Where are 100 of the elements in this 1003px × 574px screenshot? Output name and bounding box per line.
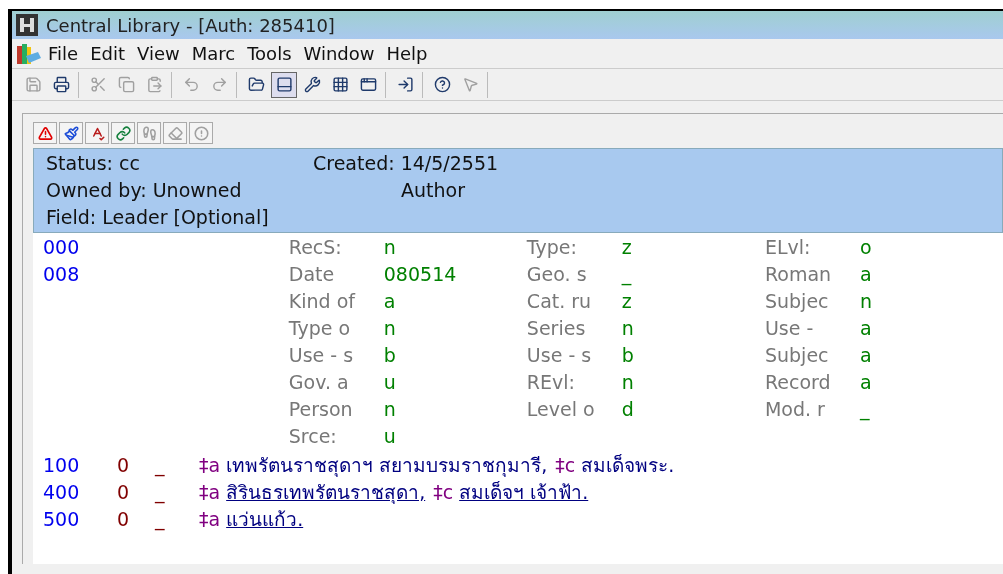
fixed-field-value[interactable]: z — [621, 234, 632, 261]
status-text: Status: cc — [46, 151, 141, 176]
fixed-field-value[interactable]: n — [383, 396, 396, 423]
indicator: 0 — [117, 453, 131, 478]
fixed-field-value[interactable]: d — [621, 396, 634, 423]
fixed-field-label: Record — [764, 370, 832, 395]
indicator: 0 — [117, 480, 131, 505]
field-tag: 008 — [43, 261, 80, 288]
created-text: Created: 14/5/2551 — [313, 151, 499, 176]
menu-item[interactable]: Edit — [84, 40, 131, 67]
window-title: Central Library - [Auth: 285410] — [46, 13, 335, 38]
fixed-field-label: Type: — [526, 235, 578, 260]
fixed-field-value[interactable]: b — [621, 342, 634, 369]
fixed-field-label: Srce: — [288, 424, 338, 449]
fixed-field-label: RecS: — [288, 235, 343, 260]
fixed-field-label: Kind of — [288, 289, 357, 314]
subfield-code: ‡c — [433, 480, 454, 505]
fixed-field-label: Series — [526, 316, 587, 341]
menu-item[interactable]: Help — [380, 40, 434, 67]
record-toolbar-button[interactable] — [59, 122, 83, 144]
menu-item[interactable]: Tools — [241, 40, 298, 67]
fixed-field-label: Cat. ru — [526, 289, 593, 314]
fixed-field-label: Subjec — [764, 343, 830, 368]
fixed-field-value[interactable]: n — [621, 315, 634, 342]
link-icon — [115, 125, 131, 141]
save-icon — [24, 76, 42, 93]
fixed-field-label: Use - — [764, 316, 815, 341]
alert-icon — [193, 125, 209, 141]
app-logo-icon — [16, 14, 38, 36]
subfield-text: เทพรัตนราชสุดาฯ สยามบรมราชกุมารี, — [226, 453, 548, 479]
fixed-field-label: Roman — [764, 262, 833, 287]
subfield-code: ‡a — [199, 453, 221, 478]
foot-icon — [141, 125, 157, 141]
fixed-field-label: Person — [288, 397, 354, 422]
fixed-field-value[interactable]: n — [383, 315, 396, 342]
menu-item[interactable]: File — [42, 40, 85, 67]
panel-icon — [275, 76, 293, 93]
indicator: 0 — [117, 507, 131, 532]
fixed-field-value[interactable]: a — [383, 288, 396, 315]
indicator: _ — [155, 507, 166, 533]
fixed-field-label: Date — [288, 262, 336, 287]
wrench-icon — [303, 76, 321, 93]
subfield-text: สมเด็จพระ. — [581, 453, 675, 478]
scissors-icon — [89, 76, 107, 93]
subfield-code: ‡c — [555, 453, 576, 478]
field-tag: 400 — [43, 479, 117, 506]
menu-item[interactable]: Window — [297, 40, 381, 67]
fixed-field-value[interactable]: b — [383, 342, 396, 369]
undo-icon — [182, 76, 200, 93]
fixed-field-value[interactable]: o — [859, 234, 872, 261]
copy-icon — [117, 76, 135, 93]
record-toolbar-button[interactable] — [111, 122, 135, 144]
owner-text: Owned by: Unowned — [46, 178, 243, 203]
fixed-field-value[interactable]: a — [859, 342, 872, 369]
paste-icon — [145, 76, 163, 93]
fixed-field-label: REvl: — [526, 370, 576, 395]
field-tag: 000 — [43, 234, 80, 261]
linked-subfield-text[interactable]: สิรินธรเทพรัตนราชสุดา, — [226, 479, 426, 506]
brush-icon — [63, 125, 79, 141]
import-icon — [396, 76, 414, 93]
fixed-field-label: Type o — [288, 316, 352, 341]
toolbar-button[interactable] — [271, 71, 297, 98]
fixed-field-value[interactable]: a — [859, 315, 872, 342]
fixed-field-value[interactable]: a — [859, 261, 872, 288]
fixed-field-value[interactable]: n — [859, 288, 872, 315]
fixed-field-value[interactable]: n — [383, 234, 396, 261]
fixed-field-value[interactable]: 080514 — [383, 261, 457, 288]
indicator: _ — [155, 453, 166, 479]
fixed-field-label: ELvl: — [764, 235, 812, 260]
fixed-field-value[interactable]: n — [621, 369, 634, 396]
menu-item[interactable]: Marc — [185, 40, 242, 67]
fixed-field-label: Geo. s — [526, 262, 588, 287]
grid-icon — [331, 76, 349, 93]
field-text: Field: Leader [Optional] — [46, 205, 269, 230]
fixed-field-value[interactable]: u — [383, 369, 396, 396]
record-toolbar-button[interactable] — [85, 122, 109, 144]
fixed-field-label: Use - s — [526, 343, 593, 368]
field-tag: 100 — [43, 452, 117, 479]
menu-item[interactable]: View — [131, 40, 186, 67]
linked-subfield-text[interactable]: สมเด็จฯ เจ้าฟ้า. — [459, 479, 589, 506]
fixed-field-value[interactable]: _ — [859, 396, 870, 423]
fixed-field-value[interactable]: z — [621, 288, 632, 315]
linked-subfield-text[interactable]: แว่นแก้ว. — [226, 506, 304, 533]
fixed-field-value[interactable]: a — [859, 369, 872, 396]
field-tag: 500 — [43, 506, 117, 533]
subfield-code: ‡a — [199, 480, 221, 505]
record-toolbar-button[interactable] — [33, 122, 57, 144]
help-icon — [433, 76, 451, 93]
fixed-field-label: Mod. r — [764, 397, 826, 422]
fixed-field-label: Use - s — [288, 343, 355, 368]
fixed-field-value[interactable]: _ — [621, 261, 632, 288]
fixed-field-value[interactable]: u — [383, 423, 396, 450]
warning-icon — [37, 125, 53, 141]
printer-icon — [52, 76, 70, 93]
eraser-icon — [167, 125, 183, 141]
folder-icon — [247, 76, 265, 93]
fixed-field-label: Gov. a — [288, 370, 350, 395]
record-type-text: Author — [401, 178, 465, 203]
window-icon — [359, 76, 377, 93]
subfield-code: ‡a — [199, 507, 221, 532]
